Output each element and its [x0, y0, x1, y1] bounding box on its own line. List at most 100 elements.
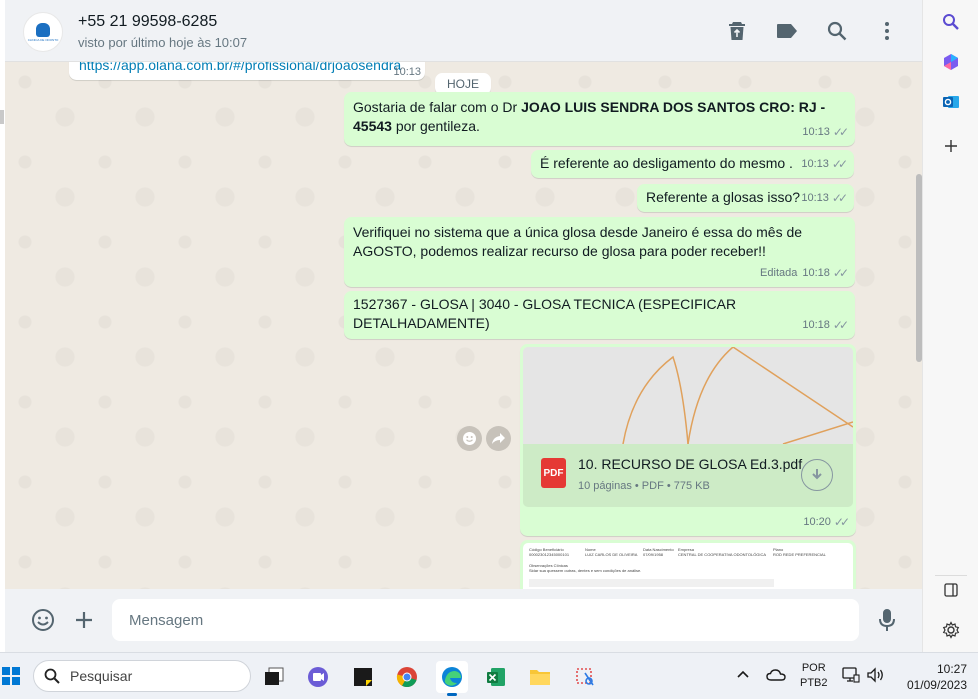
download-button[interactable] [801, 459, 833, 491]
message-link[interactable]: https://app.olana.com.br/#/profissional/… [79, 62, 401, 75]
excel-icon[interactable] [480, 661, 512, 693]
delete-icon[interactable] [725, 19, 749, 43]
windows-taskbar: Pesquisar POR PTB2 10:27 01/09/2023 [0, 652, 978, 699]
message-text: Verifiquei no sistema que a única glosa … [353, 224, 803, 259]
message-time-text: 10:18 [802, 319, 830, 331]
plus-icon [76, 612, 92, 628]
document-file-row[interactable]: PDF 10. RECURSO DE GLOSA Ed.3.pdf 10 pág… [523, 444, 853, 507]
message-meta: Editada 10:18 ✓✓ [760, 264, 849, 283]
read-receipt-icon: ✓✓ [831, 191, 848, 205]
preview-col3-value: 07/09/1958 [643, 552, 664, 557]
snipping-tool-icon[interactable] [569, 661, 601, 693]
sticky-notes-icon[interactable] [347, 661, 379, 693]
teams-chat-icon[interactable] [302, 661, 334, 693]
preview-col3: Data Nascimento 07/09/1958 [643, 547, 674, 557]
document-message-second[interactable]: Código Beneficiário 000023012345000101 No… [520, 540, 856, 589]
message-bubble-link[interactable]: https://app.olana.com.br/#/profissional/… [69, 62, 425, 80]
edited-label: Editada [760, 267, 798, 279]
read-receipt-icon: ✓✓ [832, 125, 849, 139]
add-icon[interactable] [939, 134, 963, 158]
contact-name[interactable]: +55 21 99598-6285 [78, 13, 217, 31]
keyboard-layout-code: PTB2 [800, 677, 828, 689]
copilot-icon[interactable] [939, 50, 963, 74]
read-receipt-icon: ✓✓ [831, 157, 848, 171]
language-code: POR [801, 662, 826, 674]
message-text-part: Gostaria de falar com o Dr [353, 99, 522, 115]
attach-button[interactable] [71, 607, 97, 633]
message-bubble-outgoing[interactable]: Gostaria de falar com o Dr JOAO LUIS SEN… [344, 92, 855, 146]
message-bubble-outgoing[interactable]: É referente ao desligamento do mesmo . 1… [531, 150, 854, 178]
chat-header[interactable]: CLINICA DE ODONTO +55 21 99598-6285 vist… [5, 0, 922, 62]
file-explorer-icon[interactable] [524, 661, 556, 693]
message-composer [5, 589, 922, 651]
react-emoji-button[interactable] [457, 426, 482, 451]
message-text: É referente ao desligamento do mesmo . [540, 155, 793, 171]
message-time-text: 10:13 [802, 126, 830, 138]
outlook-icon[interactable] [939, 90, 963, 114]
pdf-file-icon: PDF [541, 458, 566, 488]
message-meta: 10:13 ✓✓ [802, 123, 849, 142]
message-text: 1527367 - GLOSA | 3040 - GLOSA TECNICA (… [353, 296, 737, 331]
taskbar-search[interactable]: Pesquisar [33, 660, 251, 692]
read-receipt-icon: ✓✓ [833, 515, 850, 529]
settings-icon[interactable] [939, 618, 963, 642]
forward-button[interactable] [486, 426, 511, 451]
gutter-marker [0, 110, 4, 124]
document-info: 10 páginas • PDF • 775 KB [578, 480, 710, 492]
app-window: CLINICA DE ODONTO +55 21 99598-6285 vist… [0, 0, 978, 699]
message-time-text: 10:13 [801, 158, 829, 170]
message-time-text: 10:18 [802, 267, 830, 279]
message-time-text: 10:13 [801, 192, 829, 204]
preview-col1: Código Beneficiário 000023012345000101 [529, 547, 569, 557]
message-meta: 10:13 ✓✓ [801, 155, 848, 174]
emoji-icon [32, 609, 54, 631]
microphone-icon [879, 609, 895, 631]
preview-col2: Nome LUIZ CARLOS DE OLIVEIRA [585, 547, 637, 557]
tooth-logo-icon [36, 22, 50, 37]
taskbar-search-label: Pesquisar [70, 668, 133, 684]
message-text: Gostaria de falar com o Dr JOAO LUIS SEN… [353, 99, 825, 134]
message-bubble-outgoing[interactable]: Verifiquei no sistema que a única glosa … [344, 217, 855, 287]
label-icon[interactable] [775, 19, 799, 43]
preview-bar [529, 579, 774, 587]
preview-col1-value: 000023012345000101 [529, 552, 570, 557]
chat-messages-area[interactable]: https://app.olana.com.br/#/profissional/… [5, 62, 916, 589]
message-bubble-outgoing[interactable]: Referente a glosas isso? 10:13 ✓✓ [637, 184, 854, 212]
message-input[interactable] [112, 599, 859, 641]
message-meta: 10:18 ✓✓ [802, 316, 849, 335]
task-view-icon[interactable] [258, 661, 290, 693]
message-meta: 10:13 ✓✓ [801, 189, 848, 208]
emoji-button[interactable] [30, 607, 56, 633]
onedrive-cloud-icon[interactable] [766, 667, 786, 683]
avatar[interactable]: CLINICA DE ODONTO [23, 12, 63, 52]
preview-col5: Plano ROD REDE PREFERENCIAL [773, 547, 826, 557]
contact-last-seen: visto por último hoje às 10:07 [78, 35, 248, 50]
speaker-icon[interactable] [866, 667, 886, 683]
read-receipt-icon: ✓✓ [832, 318, 849, 332]
microphone-button[interactable] [875, 607, 899, 633]
system-clock[interactable]: 10:27 01/09/2023 [895, 661, 967, 693]
start-button[interactable] [2, 667, 20, 685]
preview-col5-value: ROD REDE PREFERENCIAL [773, 552, 826, 557]
chevron-up-icon[interactable] [735, 667, 751, 683]
document-preview-second[interactable]: Código Beneficiário 000023012345000101 No… [523, 543, 853, 589]
document-name: 10. RECURSO DE GLOSA Ed.3.pdf [578, 456, 803, 472]
document-message[interactable]: PDF 10. RECURSO DE GLOSA Ed.3.pdf 10 pág… [520, 344, 856, 536]
search-icon[interactable] [939, 10, 963, 34]
document-preview-lines [622, 347, 853, 444]
browser-side-panel [922, 0, 978, 652]
preview-col4: Empresa CENTRAL DE COOPERATIVA ODONTOLÓGI… [678, 547, 766, 557]
avatar-logo-text: CLINICA DE ODONTO [27, 37, 59, 42]
sidebar-toggle-icon[interactable] [939, 578, 963, 602]
preview-col2-value: LUIZ CARLOS DE OLIVEIRA [585, 552, 638, 557]
network-icon[interactable] [842, 667, 860, 683]
chrome-icon[interactable] [391, 661, 423, 693]
search-icon[interactable] [825, 19, 849, 43]
keyboard-language-indicator[interactable]: POR PTB2 [800, 661, 828, 691]
message-bubble-outgoing[interactable]: 1527367 - GLOSA | 3040 - GLOSA TECNICA (… [344, 291, 855, 339]
message-text: Referente a glosas isso? [646, 189, 801, 205]
menu-icon[interactable] [875, 19, 899, 43]
edge-icon[interactable] [436, 661, 468, 696]
preview-observations: Observações Clínicas Sidar sua quessem ou… [529, 563, 641, 573]
document-preview[interactable] [523, 347, 853, 444]
